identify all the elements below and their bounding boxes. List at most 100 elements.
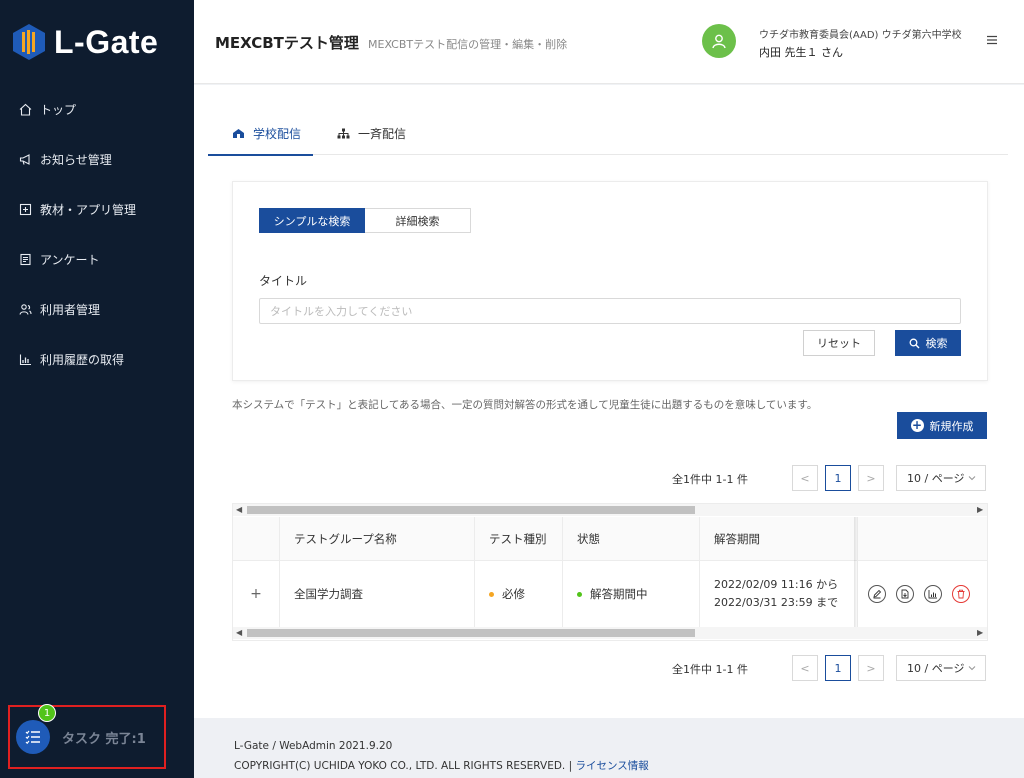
search-button[interactable]: 検索 (895, 330, 961, 356)
cell-actions (858, 561, 987, 627)
scrollbar-thumb[interactable] (247, 506, 695, 514)
search-icon (909, 338, 920, 349)
next-page-button[interactable]: > (858, 465, 884, 491)
page-title: MEXCBTテスト管理 (215, 34, 359, 52)
sidebar-item-history[interactable]: 利用履歴の取得 (0, 334, 194, 384)
menu-icon[interactable] (986, 34, 998, 46)
table-row: + 全国学力調査 必修 解答期間中 2022/02/09 11:16 から 20… (233, 561, 987, 627)
page-subtitle: MEXCBTテスト配信の管理・編集・削除 (368, 38, 568, 51)
sidebar-item-survey[interactable]: アンケート (0, 234, 194, 284)
sidebar-item-users[interactable]: 利用者管理 (0, 284, 194, 334)
page-button-current[interactable]: 1 (825, 655, 851, 681)
task-list-button[interactable]: 1 (16, 704, 56, 754)
title-search-input[interactable] (259, 298, 961, 324)
simple-search-button[interactable]: シンプルな検索 (259, 208, 365, 233)
test-definition-notice: 本システムで「テスト」と表記してある場合、一定の質問対解答の形式を通して児童生徒… (232, 399, 818, 411)
delete-icon[interactable] (952, 585, 970, 603)
header-cell-actions (858, 517, 987, 560)
scroll-right-icon[interactable]: ▶ (977, 627, 983, 639)
status-dot (577, 591, 582, 597)
task-status[interactable]: 1 タスク 完了:1 (8, 704, 166, 769)
scroll-right-icon[interactable]: ▶ (977, 504, 983, 516)
page-size-value: 10 / ページ (907, 472, 965, 485)
avatar[interactable] (702, 24, 736, 58)
header-cell-status: 状態 (563, 517, 700, 560)
tab-label: 一斉配信 (358, 126, 407, 141)
sidebar-nav: トップ お知らせ管理 教材・アプリ管理 アンケート 利用者管理 利用履歴の取得 (0, 84, 194, 384)
header-cell-expand (233, 517, 280, 560)
task-count-badge: 1 (38, 704, 56, 722)
header-cell-period: 解答期間 (700, 517, 858, 560)
sidebar-item-label: お知らせ管理 (40, 152, 112, 167)
school-icon (232, 128, 245, 139)
footer: L-Gate / WebAdmin 2021.9.20 COPYRIGHT(C)… (194, 718, 1024, 778)
plus-circle-icon: + (910, 418, 924, 432)
sidebar-item-label: アンケート (40, 252, 100, 267)
chevron-down-icon (967, 663, 977, 676)
create-new-label: 新規作成 (929, 419, 974, 433)
expand-row-button[interactable]: + (233, 561, 280, 627)
search-panel: シンプルな検索 詳細検索 タイトル リセット 検索 (232, 181, 988, 381)
sidebar-item-top[interactable]: トップ (0, 84, 194, 134)
sidebar: L-Gate トップ お知らせ管理 教材・アプリ管理 アンケート 利用者管理 利… (0, 0, 194, 778)
sidebar-item-label: 利用者管理 (40, 302, 101, 317)
sidebar-item-label: 教材・アプリ管理 (40, 202, 137, 217)
horizontal-scrollbar-top[interactable]: ◀ ▶ (233, 504, 987, 516)
delivery-tabs: 学校配信 一斉配信 (208, 111, 1008, 156)
scrollbar-thumb[interactable] (247, 629, 695, 637)
copyright: COPYRIGHT(C) UCHIDA YOKO CO., LTD. ALL R… (234, 760, 649, 772)
cell-test-group-name: 全国学力調査 (280, 561, 475, 627)
horizontal-scrollbar-bottom[interactable]: ◀ ▶ (233, 627, 987, 639)
license-link[interactable]: ライセンス情報 (576, 760, 649, 772)
prev-page-button[interactable]: < (792, 465, 818, 491)
cell-test-type: 必修 (475, 561, 563, 627)
brand-name: L-Gate (54, 23, 159, 60)
next-page-button[interactable]: > (858, 655, 884, 681)
hierarchy-icon (337, 128, 350, 139)
create-new-button[interactable]: + 新規作成 (897, 412, 987, 439)
reset-button[interactable]: リセット (803, 330, 875, 356)
user-organization: ウチダ市教育委員会(AAD) ウチダ第六中学校 (759, 30, 962, 41)
sidebar-item-label: 利用履歴の取得 (40, 352, 125, 367)
period-from: 2022/02/09 11:16 から (714, 578, 839, 591)
page-size-value: 10 / ページ (907, 662, 965, 675)
pagination-total: 全1件中 1-1 件 (672, 663, 748, 676)
page-button-current[interactable]: 1 (825, 465, 851, 491)
tab-bulk-delivery[interactable]: 一斉配信 (313, 111, 418, 155)
scroll-left-icon[interactable]: ◀ (236, 504, 242, 516)
document-icon (18, 252, 32, 266)
page-size-select[interactable]: 10 / ページ (896, 655, 986, 681)
app-version: L-Gate / WebAdmin 2021.9.20 (234, 740, 393, 752)
period-to: 2022/03/31 23:59 まで (714, 596, 839, 609)
edit-icon[interactable] (868, 585, 886, 603)
test-group-table: ◀ ▶ テストグループ名称 テスト種別 状態 解答期間 + 全国学力調査 必修 … (232, 503, 988, 641)
scroll-left-icon[interactable]: ◀ (236, 627, 242, 639)
sidebar-item-materials[interactable]: 教材・アプリ管理 (0, 184, 194, 234)
plus-square-icon (18, 202, 32, 216)
logo[interactable]: L-Gate (0, 0, 194, 84)
megaphone-icon (18, 152, 32, 166)
user-icon (712, 34, 726, 49)
tab-label: 学校配信 (253, 126, 302, 141)
type-dot (489, 591, 494, 597)
page-size-select[interactable]: 10 / ページ (896, 465, 986, 491)
title-field-label: タイトル (259, 274, 308, 288)
chevron-down-icon (967, 473, 977, 486)
header-cell-type: テスト種別 (475, 517, 563, 560)
prev-page-button[interactable]: < (792, 655, 818, 681)
bar-chart-icon (18, 352, 32, 366)
search-mode-toggle: シンプルな検索 詳細検索 (259, 208, 471, 233)
cell-answer-period: 2022/02/09 11:16 から 2022/03/31 23:59 まで (700, 561, 858, 627)
users-icon (18, 302, 32, 316)
pagination-top: 全1件中 1-1 件 < 1 > 10 / ページ (194, 465, 987, 491)
export-file-icon[interactable] (896, 585, 914, 603)
sidebar-item-label: トップ (40, 102, 77, 117)
detail-search-button[interactable]: 詳細検索 (365, 208, 471, 233)
statistics-icon[interactable] (924, 585, 942, 603)
table-header: テストグループ名称 テスト種別 状態 解答期間 (233, 517, 987, 561)
pagination-total: 全1件中 1-1 件 (672, 473, 748, 486)
sidebar-item-notice[interactable]: お知らせ管理 (0, 134, 194, 184)
cell-status: 解答期間中 (563, 561, 700, 627)
tab-school-delivery[interactable]: 学校配信 (208, 111, 314, 156)
pagination-bottom: 全1件中 1-1 件 < 1 > 10 / ページ (194, 655, 987, 681)
